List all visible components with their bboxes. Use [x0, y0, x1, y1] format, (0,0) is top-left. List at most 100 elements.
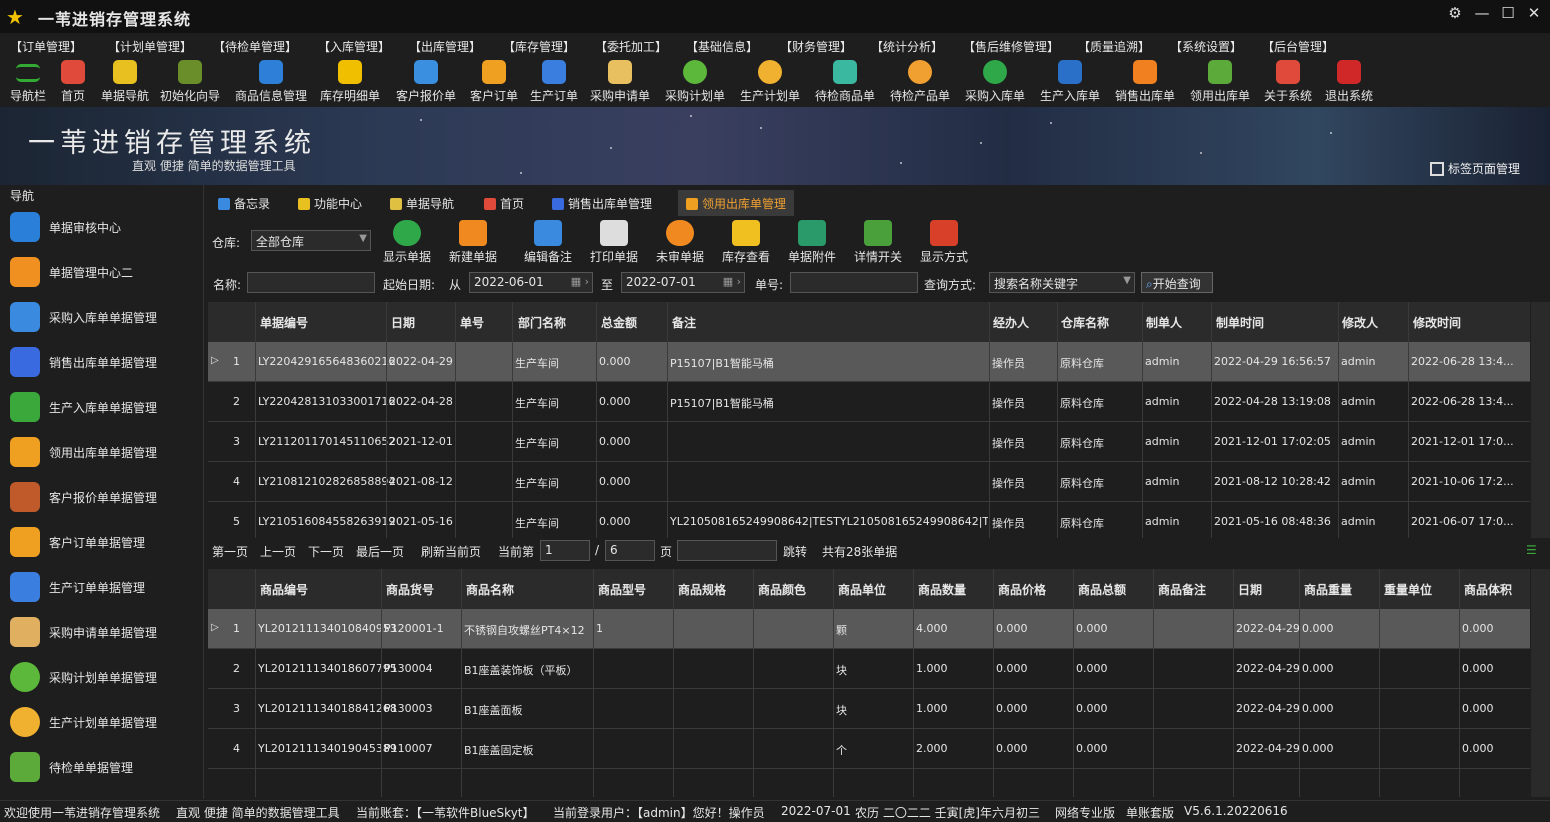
menu-item-outstock[interactable]: 【出库管理】	[409, 38, 481, 55]
refresh-page-link[interactable]: 刷新当前页	[421, 543, 481, 560]
sidebar-item-requisition-out[interactable]: 领用出库单单据管理	[0, 430, 204, 475]
prev-page-link[interactable]: 上一页	[260, 543, 296, 560]
clipboard-icon	[10, 752, 40, 782]
main-table-scrollbar[interactable]	[1531, 302, 1550, 538]
column-settings-icon[interactable]: ☰	[1526, 543, 1537, 557]
jump-page-input[interactable]	[677, 540, 777, 561]
date-to-input[interactable]: 2022-07-01 ▦ ›	[621, 272, 745, 293]
app-title: 一苇进销存管理系统	[38, 10, 192, 29]
sidebar-header: 导航	[10, 189, 35, 203]
table-row[interactable]: 5 LY210516084558263919 2021-05-16 生产车间 0.000…	[208, 502, 1530, 538]
sidebar-item-sales-out[interactable]: 销售出库单单据管理	[0, 340, 204, 385]
tab-home[interactable]: 首页	[476, 190, 532, 216]
status-user: 当前登录用户：【admin】您好！操作员	[553, 806, 765, 820]
toolbar-exit-button[interactable]: 退出系统	[1309, 58, 1389, 104]
menu-item-aftersale[interactable]: 【售后维修管理】	[963, 38, 1059, 55]
table-row[interactable]: ▷ 1 YL201211134010840953 P120001-1 不锈钢自攻螺丝P…	[208, 609, 1530, 649]
calendar-icon[interactable]: ▦ ›	[571, 275, 589, 288]
menu-item-inventory[interactable]: 【库存管理】	[503, 38, 575, 55]
table-row[interactable]: 2 LY220428131033001716 2022-04-28 生产车间 0.000…	[208, 382, 1530, 422]
tag-icon	[414, 60, 438, 84]
date-from-input[interactable]: 2022-06-01 ▦ ›	[469, 272, 593, 293]
tab-memo[interactable]: 备忘录	[210, 190, 278, 216]
detail-table-header: 商品编号 商品货号 商品名称 商品型号 商品规格 商品颜色 商品单位 商品数量 商品价格 商品总额…	[208, 569, 1530, 609]
menu-item-inspect[interactable]: 【待检单管理】	[213, 38, 297, 55]
table-row[interactable]: 3 LY211201170145110652 2021-12-01 生产车间 0.000…	[208, 422, 1530, 462]
table-row[interactable]: ▷ 1 LY220429165648360216 2022-04-29 生产车间 0.0…	[208, 342, 1530, 382]
nav-pointer-icon	[113, 60, 137, 84]
table-row[interactable]: 2 YL201211134018607795 P130004 B1座盖装饰板（平板）块…	[208, 649, 1530, 689]
chevron-down-icon: ▼	[1123, 275, 1131, 286]
status-date: 2022-07-01	[781, 804, 851, 818]
box-icon	[732, 220, 760, 246]
sidebar-item-doc-center-2[interactable]: 单据管理中心二	[0, 250, 204, 295]
tab-manager-button[interactable]: 标签页面管理	[1430, 160, 1520, 177]
doc-orange-icon	[482, 60, 506, 84]
tab-sales-out[interactable]: 销售出库单管理	[544, 190, 660, 216]
jump-button[interactable]: 跳转	[783, 543, 807, 560]
grid-icon	[10, 212, 40, 242]
calendar-icon[interactable]: ▦ ›	[723, 275, 741, 288]
menu-item-order[interactable]: 【订单管理】	[10, 38, 82, 55]
current-page-label: 当前第	[498, 545, 535, 559]
warehouse-select[interactable]: 全部仓库 ▼	[251, 230, 371, 251]
name-input[interactable]	[247, 272, 375, 293]
table-row[interactable]: 4 YL201211134019045389 P110007 B1座盖固定板个 2.00…	[208, 729, 1530, 769]
tab-requisition-out[interactable]: 领用出库单管理	[678, 190, 795, 216]
maximize-icon[interactable]: ☐	[1496, 4, 1520, 22]
sidebar-item-quote[interactable]: 客户报价单单据管理	[0, 475, 204, 520]
menu-item-basic[interactable]: 【基础信息】	[686, 38, 758, 55]
menu-item-admin[interactable]: 【后台管理】	[1262, 38, 1334, 55]
flask-icon	[833, 60, 857, 84]
sidebar-item-purchase-plan[interactable]: 采购计划单单据管理	[0, 655, 204, 700]
menu-item-settings[interactable]: 【系统设置】	[1170, 38, 1242, 55]
menu-item-instock[interactable]: 【入库管理】	[318, 38, 390, 55]
sidebar-item-pending-inspect[interactable]: 待检单单据管理	[0, 745, 204, 790]
sidebar-item-purchase-in[interactable]: 采购入库单单据管理	[0, 295, 204, 340]
banner-subtitle: 直观 便捷 简单的数据管理工具	[132, 159, 296, 173]
chat-green-icon	[10, 662, 40, 692]
tab-function-center[interactable]: 功能中心	[290, 190, 370, 216]
close-icon[interactable]: ✕	[1522, 4, 1546, 22]
sidebar-item-audit-center[interactable]: 单据审核中心	[0, 205, 204, 250]
status-account: 当前账套：【一苇软件BlueSkyt】	[356, 806, 535, 820]
settings-icon[interactable]: ⚙	[1443, 4, 1467, 22]
status-version: V5.6.1.20220616	[1184, 804, 1288, 818]
request-icon	[608, 60, 632, 84]
sidebar-item-production-order[interactable]: 生产订单单据管理	[0, 565, 204, 610]
main-table: 单据编号 日期 单号 部门名称 总金额 备注 经办人 仓库名称 制单人 制单时间…	[208, 302, 1530, 538]
detail-table-scrollbar[interactable]	[1531, 569, 1550, 797]
total-count: 共有28张单据	[822, 545, 898, 559]
status-welcome: 欢迎使用一苇进销存管理系统	[4, 806, 161, 820]
home-icon	[484, 198, 496, 210]
new-doc-button[interactable]: 新建单据	[438, 218, 508, 264]
menu-item-trace[interactable]: 【质量追溯】	[1078, 38, 1150, 55]
minimize-icon[interactable]: —	[1470, 4, 1494, 22]
table-row[interactable]: 4 LY210812102826858894 2021-08-12 生产车间 0.000…	[208, 462, 1530, 502]
query-mode-select[interactable]: 搜索名称关键字 ▼	[989, 272, 1135, 293]
tab-doc-nav[interactable]: 单据导航	[382, 190, 462, 216]
sidebar-item-purchase-request[interactable]: 采购申请单单据管理	[0, 610, 204, 655]
warning-icon	[338, 60, 362, 84]
doc-no-input[interactable]	[790, 272, 918, 293]
first-page-link[interactable]: 第一页	[212, 543, 248, 560]
house-orange-icon	[686, 198, 698, 210]
next-page-link[interactable]: 下一页	[308, 543, 344, 560]
sidebar-item-customer-order[interactable]: 客户订单单据管理	[0, 520, 204, 565]
menu-item-outsource[interactable]: 【委托加工】	[595, 38, 667, 55]
envelope-icon	[10, 617, 40, 647]
current-page-input[interactable]: 1	[540, 540, 590, 561]
display-mode-button[interactable]: 显示方式	[909, 218, 979, 264]
menu-item-stats[interactable]: 【统计分析】	[871, 38, 943, 55]
plus-icon	[459, 220, 487, 246]
nav-pointer-icon	[390, 198, 402, 210]
start-query-button[interactable]: ⌕开始查询	[1141, 272, 1213, 293]
exit-icon	[1337, 60, 1361, 84]
sidebar-item-production-plan[interactable]: 生产计划单单据管理	[0, 700, 204, 745]
menu-item-finance[interactable]: 【财务管理】	[780, 38, 852, 55]
menu-item-plan[interactable]: 【计划单管理】	[108, 38, 192, 55]
last-page-link[interactable]: 最后一页	[356, 543, 404, 560]
grid-diamond-icon	[10, 257, 40, 287]
table-row[interactable]: 3 YL201211134018841268 P130003 B1座盖面板块 1.000…	[208, 689, 1530, 729]
sidebar-item-production-in[interactable]: 生产入库单单据管理	[0, 385, 204, 430]
